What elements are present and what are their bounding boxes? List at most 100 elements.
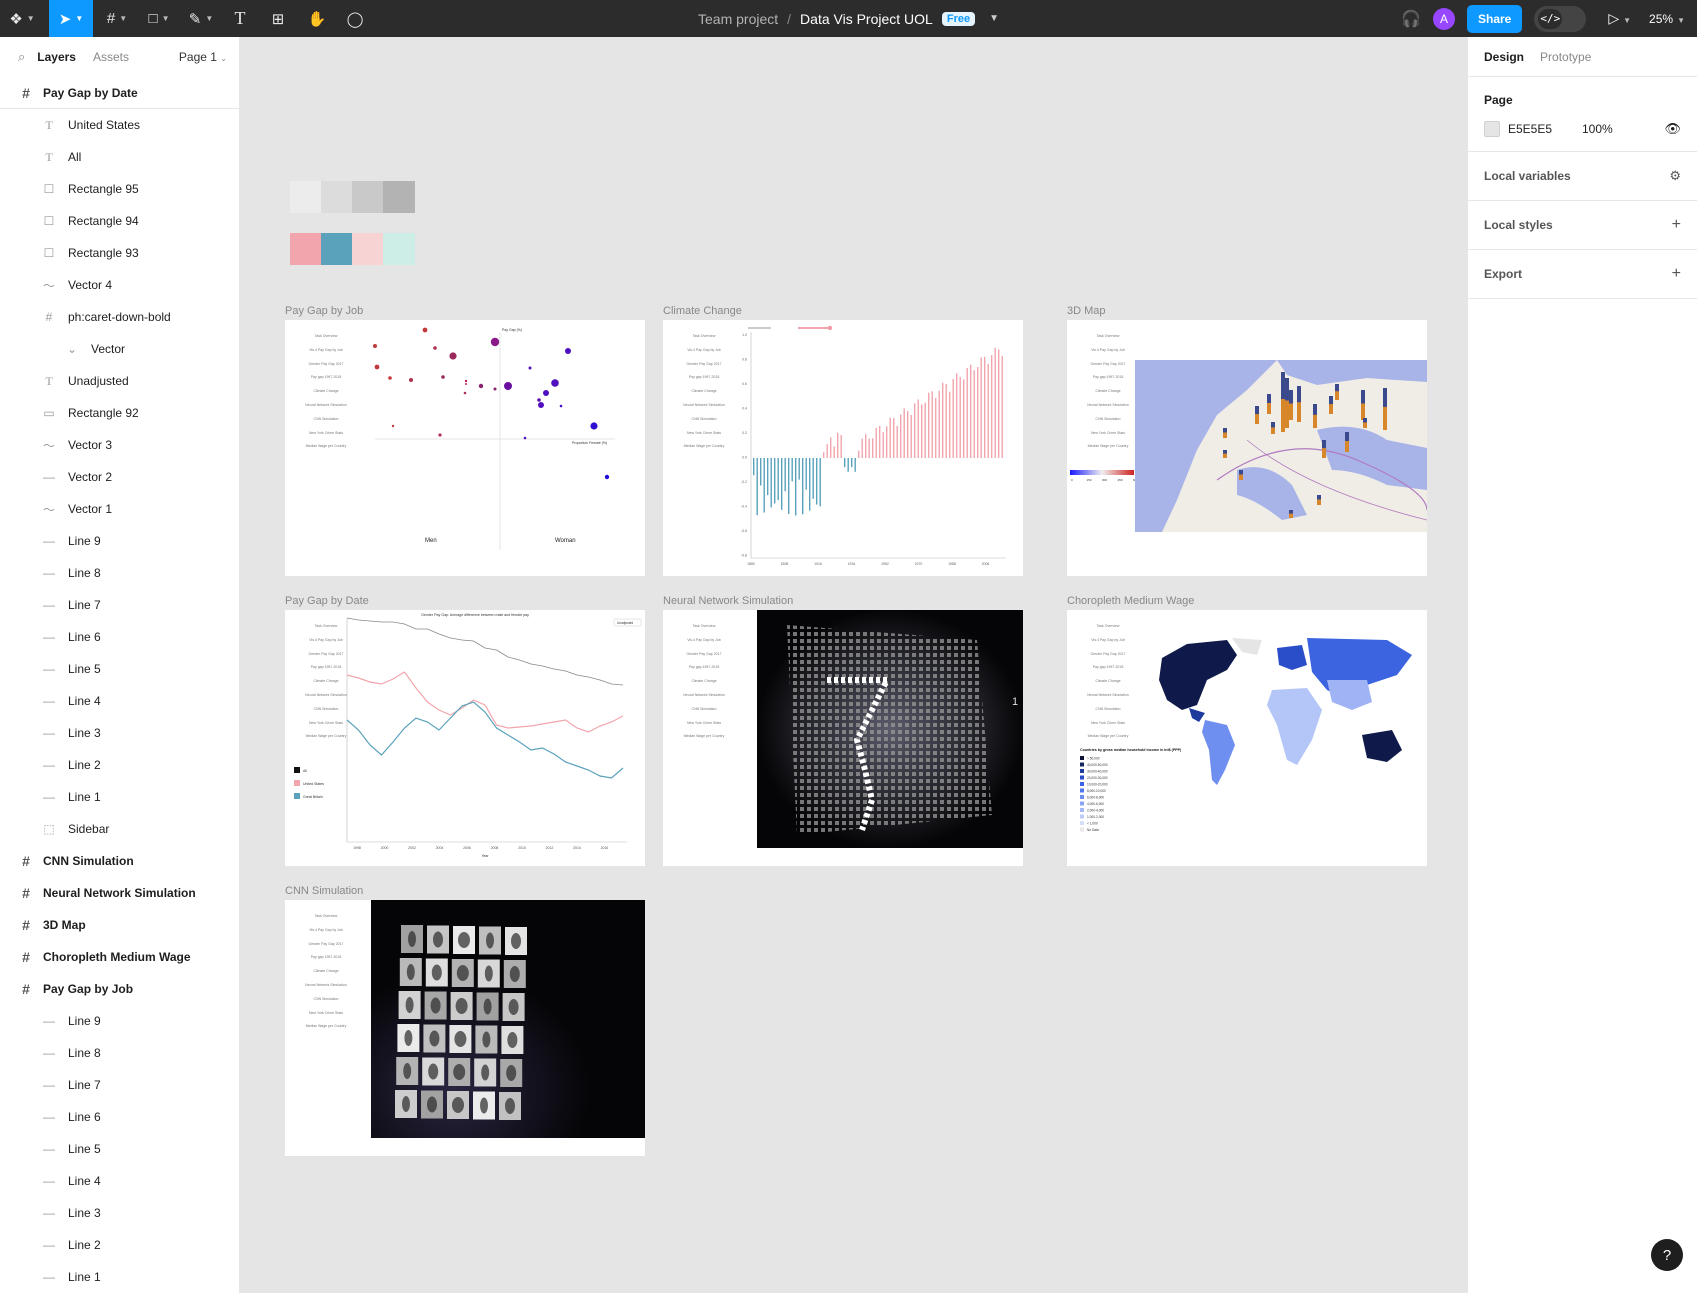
mini-nav-item[interactable]: Gender Pay Gap 2017 (669, 648, 739, 662)
mini-nav-item[interactable]: New York Crime Stats (669, 717, 739, 731)
frame-label-pay-gap-by-job[interactable]: Pay Gap by Job (285, 305, 363, 317)
palette-swatch[interactable] (290, 233, 322, 265)
plus-icon[interactable]: + (1672, 216, 1681, 234)
layer-row[interactable]: — Line 1 (0, 1261, 239, 1293)
shape-tool-button[interactable]: □ ▼ (138, 0, 180, 37)
move-tool-button[interactable]: ➤ ▼ (49, 0, 93, 37)
layer-row[interactable]: — Line 5 (0, 1133, 239, 1165)
palette-swatch[interactable] (321, 233, 353, 265)
layer-row[interactable]: ☐ Rectangle 94 (0, 205, 239, 237)
frame-choropleth[interactable]: Task Overview Vis.4 Pay Gap by Job Gender … (1067, 610, 1427, 866)
layer-row[interactable]: # ph:caret-down-bold (0, 301, 239, 333)
tab-prototype[interactable]: Prototype (1540, 50, 1591, 64)
dev-mode-toggle[interactable]: </> (1534, 5, 1587, 32)
layer-row[interactable]: — Line 4 (0, 685, 239, 717)
layer-row[interactable]: — Line 3 (0, 1197, 239, 1229)
page-color-value[interactable]: E5E5E5 (1508, 122, 1582, 136)
layer-row[interactable]: — Line 6 (0, 621, 239, 653)
mini-nav-item[interactable]: New York Crime Stats (291, 1007, 361, 1021)
avatar[interactable]: A (1432, 7, 1455, 30)
play-icon[interactable]: ▷ ▼ (1608, 10, 1631, 27)
mini-nav-item[interactable]: Median Wage per Country (669, 730, 739, 744)
zoom-level[interactable]: 25% ▼ (1649, 12, 1685, 26)
frame-cnn[interactable]: Task Overview Vis.4 Pay Gap by Job Gender … (285, 900, 645, 1156)
range-handle[interactable] (827, 325, 833, 331)
layer-row[interactable]: #3D Map (0, 909, 239, 941)
mini-nav-item[interactable]: Vis.4 Pay Gap by Job (669, 634, 739, 648)
mini-nav-item[interactable]: Pay gap 1997-2018 (669, 661, 739, 675)
layer-row[interactable]: 〜 Vector 4 (0, 269, 239, 301)
layer-row[interactable]: ▭ Rectangle 92 (0, 397, 239, 429)
layer-row[interactable]: # Pay Gap by Job (0, 973, 239, 1005)
canvas[interactable]: Pay Gap by Job Task Overview Vis.4 Pay Ga… (240, 37, 1467, 1293)
palette-swatch[interactable] (352, 181, 384, 213)
frame-label-neural-network[interactable]: Neural Network Simulation (663, 595, 793, 607)
mini-nav-item[interactable]: Task Overview (669, 620, 739, 634)
tab-design[interactable]: Design (1484, 50, 1524, 64)
main-menu-button[interactable]: ❖ ▼ (0, 0, 44, 37)
mini-nav-item[interactable]: Vis.4 Pay Gap by Job (291, 924, 361, 938)
layer-row[interactable]: — Line 8 (0, 1037, 239, 1069)
layer-row[interactable]: ⬚ Sidebar (0, 813, 239, 845)
frame-neural-network[interactable]: Task Overview Vis.4 Pay Gap by Job Gender … (663, 610, 1023, 866)
mini-nav-item[interactable]: Gender Pay Gap 2017 (291, 938, 361, 952)
frame-climate-change[interactable]: Task Overview Vis.4 Pay Gap by Job Gender … (663, 320, 1023, 576)
pen-tool-button[interactable]: ✎ ▼ (180, 0, 222, 37)
hand-tool-button[interactable]: ✋ (298, 0, 336, 37)
palette-swatch[interactable] (290, 181, 322, 213)
layer-row[interactable]: # Neural Network Simulation (0, 877, 239, 909)
layer-row[interactable]: — Line 9 (0, 525, 239, 557)
page-color-swatch[interactable] (1484, 121, 1500, 137)
layer-row[interactable]: — Line 7 (0, 1069, 239, 1101)
mini-nav-item[interactable]: Neural Network Simulation (669, 689, 739, 703)
layer-row[interactable]: # Pay Gap by Date (0, 77, 239, 109)
mini-nav-item[interactable]: Pay gap 1997-2018 (291, 951, 361, 965)
headphones-icon[interactable]: 🎧 (1401, 9, 1421, 29)
layer-row[interactable]: — Line 3 (0, 717, 239, 749)
tab-assets[interactable]: Assets (93, 50, 129, 64)
frame-label-pay-gap-by-date[interactable]: Pay Gap by Date (285, 595, 369, 607)
layer-row[interactable]: T Unadjusted (0, 365, 239, 397)
frame-pay-gap-by-job[interactable]: Task Overview Vis.4 Pay Gap by Job Gender … (285, 320, 645, 576)
frame-3d-map[interactable]: Task Overview Vis.4 Pay Gap by Job Gender … (1067, 320, 1427, 576)
palette-swatch[interactable] (321, 181, 353, 213)
layer-row[interactable]: # Choropleth Medium Wage (0, 941, 239, 973)
chevron-down-icon[interactable]: ▼ (989, 13, 999, 24)
comment-tool-button[interactable]: ◯ (336, 0, 374, 37)
layer-row[interactable]: — Line 6 (0, 1101, 239, 1133)
mini-nav-item[interactable]: Climate Change (669, 675, 739, 689)
frame-label-cnn[interactable]: CNN Simulation (285, 885, 363, 897)
sliders-icon[interactable]: ⚙ (1669, 168, 1681, 184)
layer-row[interactable]: T All (0, 141, 239, 173)
eye-icon[interactable]: 👁 (1664, 121, 1681, 137)
layer-row[interactable]: — Line 2 (0, 1229, 239, 1261)
layer-row[interactable]: — Line 2 (0, 749, 239, 781)
mini-nav-item[interactable]: Median Wage per Country (291, 1020, 361, 1034)
help-button[interactable]: ? (1651, 1239, 1683, 1271)
layer-row[interactable]: 〜 Vector 3 (0, 429, 239, 461)
layer-row[interactable]: — Line 5 (0, 653, 239, 685)
layer-row[interactable]: — Line 8 (0, 557, 239, 589)
frame-pay-gap-by-date[interactable]: Task Overview Vis.4 Pay Gap by Job Gender … (285, 610, 645, 866)
layer-row[interactable]: — Line 9 (0, 1005, 239, 1037)
layer-row[interactable]: ☐ Rectangle 95 (0, 173, 239, 205)
palette-swatch[interactable] (383, 181, 415, 213)
layer-row[interactable]: 〜 Vector 1 (0, 493, 239, 525)
layer-row[interactable]: — Vector 2 (0, 461, 239, 493)
palette-swatch[interactable] (383, 233, 415, 265)
frame-label-3d-map[interactable]: 3D Map (1067, 305, 1106, 317)
mini-nav-item[interactable]: Neural Network Simulation (291, 979, 361, 993)
page-opacity-value[interactable]: 100% (1582, 122, 1613, 136)
page-selector[interactable]: Page 1 ⌄ (179, 50, 227, 64)
layer-row[interactable]: — Line 4 (0, 1165, 239, 1197)
mini-nav-item[interactable]: Task Overview (291, 910, 361, 924)
text-tool-button[interactable]: T (222, 0, 258, 37)
layer-row[interactable]: T United States (0, 109, 239, 141)
plan-badge[interactable]: Free (941, 11, 976, 26)
share-button[interactable]: Share (1466, 4, 1523, 33)
layer-row[interactable]: ⌄ Vector (0, 333, 239, 365)
project-name[interactable]: Team project (698, 11, 778, 27)
mini-nav-item[interactable]: Climate Change (291, 965, 361, 979)
mini-nav-item[interactable]: CNN Simulation (291, 993, 361, 1007)
layer-row[interactable]: ☐ Rectangle 93 (0, 237, 239, 269)
